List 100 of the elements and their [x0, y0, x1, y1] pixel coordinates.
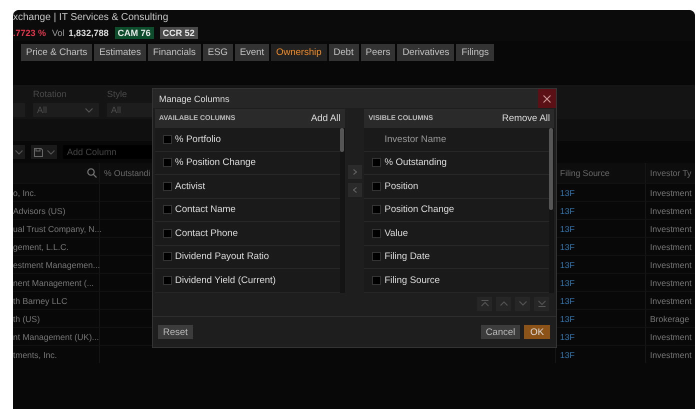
score-badge: CCR 52: [160, 27, 198, 39]
company-subtitle: xchange | IT Services & Consulting: [13, 11, 170, 25]
tab[interactable]: Debt: [328, 44, 359, 61]
scrollbar-thumb[interactable]: [340, 128, 344, 152]
checkbox[interactable]: [163, 158, 172, 168]
table-cell: nt Management (UK)...: [13, 332, 99, 342]
table-cell: o, Inc.: [13, 188, 36, 198]
ok-button[interactable]: OK: [524, 325, 550, 340]
move-top-button[interactable]: [477, 296, 492, 310]
checkbox[interactable]: [163, 228, 172, 238]
price-change: .7723 %: [13, 28, 46, 38]
column-name: % Portfolio: [175, 134, 221, 145]
checkbox[interactable]: [372, 252, 382, 262]
table-cell: 13F: [560, 278, 575, 288]
tab[interactable]: ESG: [202, 44, 233, 61]
column-header: % Outstandi: [104, 168, 150, 178]
move-bottom-button[interactable]: [534, 296, 549, 310]
move-top-icon: [480, 300, 488, 307]
column-name: Activist: [175, 180, 206, 192]
column-name: % Position Change: [175, 157, 256, 168]
column-item[interactable]: Filing Date: [364, 246, 550, 269]
column-item[interactable]: Filing Source: [364, 269, 550, 292]
table-cell: Investment: [650, 224, 692, 234]
volume-label: Vol: [52, 28, 65, 38]
column-item[interactable]: Contact Phone: [155, 222, 340, 246]
chevron-icon: [15, 150, 23, 154]
checkbox[interactable]: [163, 276, 172, 285]
chevron-icon: [46, 150, 54, 154]
move-bottom-icon: [538, 300, 546, 307]
table-cell: estment Managemen...: [13, 260, 100, 270]
table-cell: Investment: [650, 206, 692, 216]
table-cell: 13F: [560, 260, 575, 270]
chevron-icon: [85, 108, 93, 112]
save-button[interactable]: [31, 145, 57, 159]
checkbox[interactable]: [163, 182, 172, 191]
column-name: Value: [384, 228, 408, 239]
move-down-button[interactable]: [515, 296, 530, 310]
table-cell: gement, L.L.C.: [13, 242, 69, 252]
checkbox[interactable]: [372, 205, 382, 214]
cancel-button[interactable]: Cancel: [480, 325, 520, 340]
checkbox[interactable]: [163, 252, 172, 262]
column-header: Filing Source: [560, 168, 610, 178]
column-name: Filing Source: [384, 274, 440, 286]
scrollbar-thumb[interactable]: [549, 128, 554, 210]
remove-button[interactable]: [348, 183, 362, 197]
checkbox[interactable]: [163, 205, 172, 214]
checkbox[interactable]: [372, 276, 382, 285]
tab[interactable]: Financials: [148, 44, 201, 61]
column-name: Contact Name: [175, 204, 236, 216]
dialog-title: Manage Columns: [159, 94, 230, 104]
column-item[interactable]: Contact Name: [155, 198, 340, 222]
close-button[interactable]: [538, 89, 556, 108]
column-item[interactable]: Position: [364, 175, 550, 198]
table-cell: 13F: [560, 314, 575, 324]
column-item[interactable]: Position Change: [364, 198, 550, 222]
column-item[interactable]: % Portfolio: [155, 128, 340, 152]
table-cell: 13F: [560, 224, 575, 234]
table-cell: Brokerage: [650, 314, 690, 324]
column-item[interactable]: % Position Change: [155, 152, 340, 175]
search-icon: [87, 168, 97, 178]
column-header: Investor Ty: [650, 168, 692, 178]
tab[interactable]: Derivatives: [397, 44, 454, 61]
table-cell: Investment: [650, 278, 692, 288]
move-up-button[interactable]: [496, 296, 511, 310]
table-cell: 13F: [560, 242, 575, 252]
checkbox[interactable]: [372, 228, 382, 238]
table-cell: tments, Inc.: [13, 350, 57, 360]
table-cell: th Barney LLC: [13, 296, 68, 306]
table-cell: th (US): [13, 314, 40, 324]
table-cell: ual Trust Company, N...: [13, 224, 102, 234]
checkbox[interactable]: [372, 182, 382, 191]
list-action-button[interactable]: Remove All: [502, 113, 550, 124]
table-cell: Investment: [650, 260, 692, 270]
tab[interactable]: Ownership: [271, 44, 327, 61]
dropdown-button[interactable]: [13, 145, 25, 159]
tab[interactable]: Filings: [456, 44, 494, 61]
list-action-button[interactable]: Add All: [310, 113, 341, 124]
checkbox[interactable]: [372, 158, 382, 168]
column-name: Dividend Yield (Current): [175, 274, 276, 286]
column-item[interactable]: Value: [364, 222, 550, 246]
column-item[interactable]: Dividend Payout Ratio: [155, 246, 340, 269]
column-name: % Outstanding: [384, 157, 447, 168]
column-name: Contact Phone: [175, 228, 238, 239]
tab[interactable]: Event: [234, 44, 270, 61]
tab[interactable]: Price & Charts: [21, 44, 92, 61]
table-cell: Investment: [650, 332, 692, 342]
tab[interactable]: Estimates: [94, 44, 146, 61]
checkbox[interactable]: [163, 134, 172, 144]
table-cell: 13F: [560, 350, 575, 360]
column-item[interactable]: Activist: [155, 175, 340, 198]
reset-button[interactable]: Reset: [158, 325, 193, 340]
table-cell: Investment: [650, 296, 692, 306]
add-button[interactable]: [348, 165, 362, 179]
column-item[interactable]: % Outstanding: [364, 152, 550, 175]
tab[interactable]: Peers: [360, 44, 396, 61]
table-cell: 13F: [560, 206, 575, 216]
table-cell: Investment: [650, 188, 692, 198]
column-item[interactable]: Dividend Yield (Current): [155, 269, 340, 292]
column-item[interactable]: Investor Name: [364, 128, 550, 152]
dropdown-field[interactable]: [13, 103, 25, 117]
